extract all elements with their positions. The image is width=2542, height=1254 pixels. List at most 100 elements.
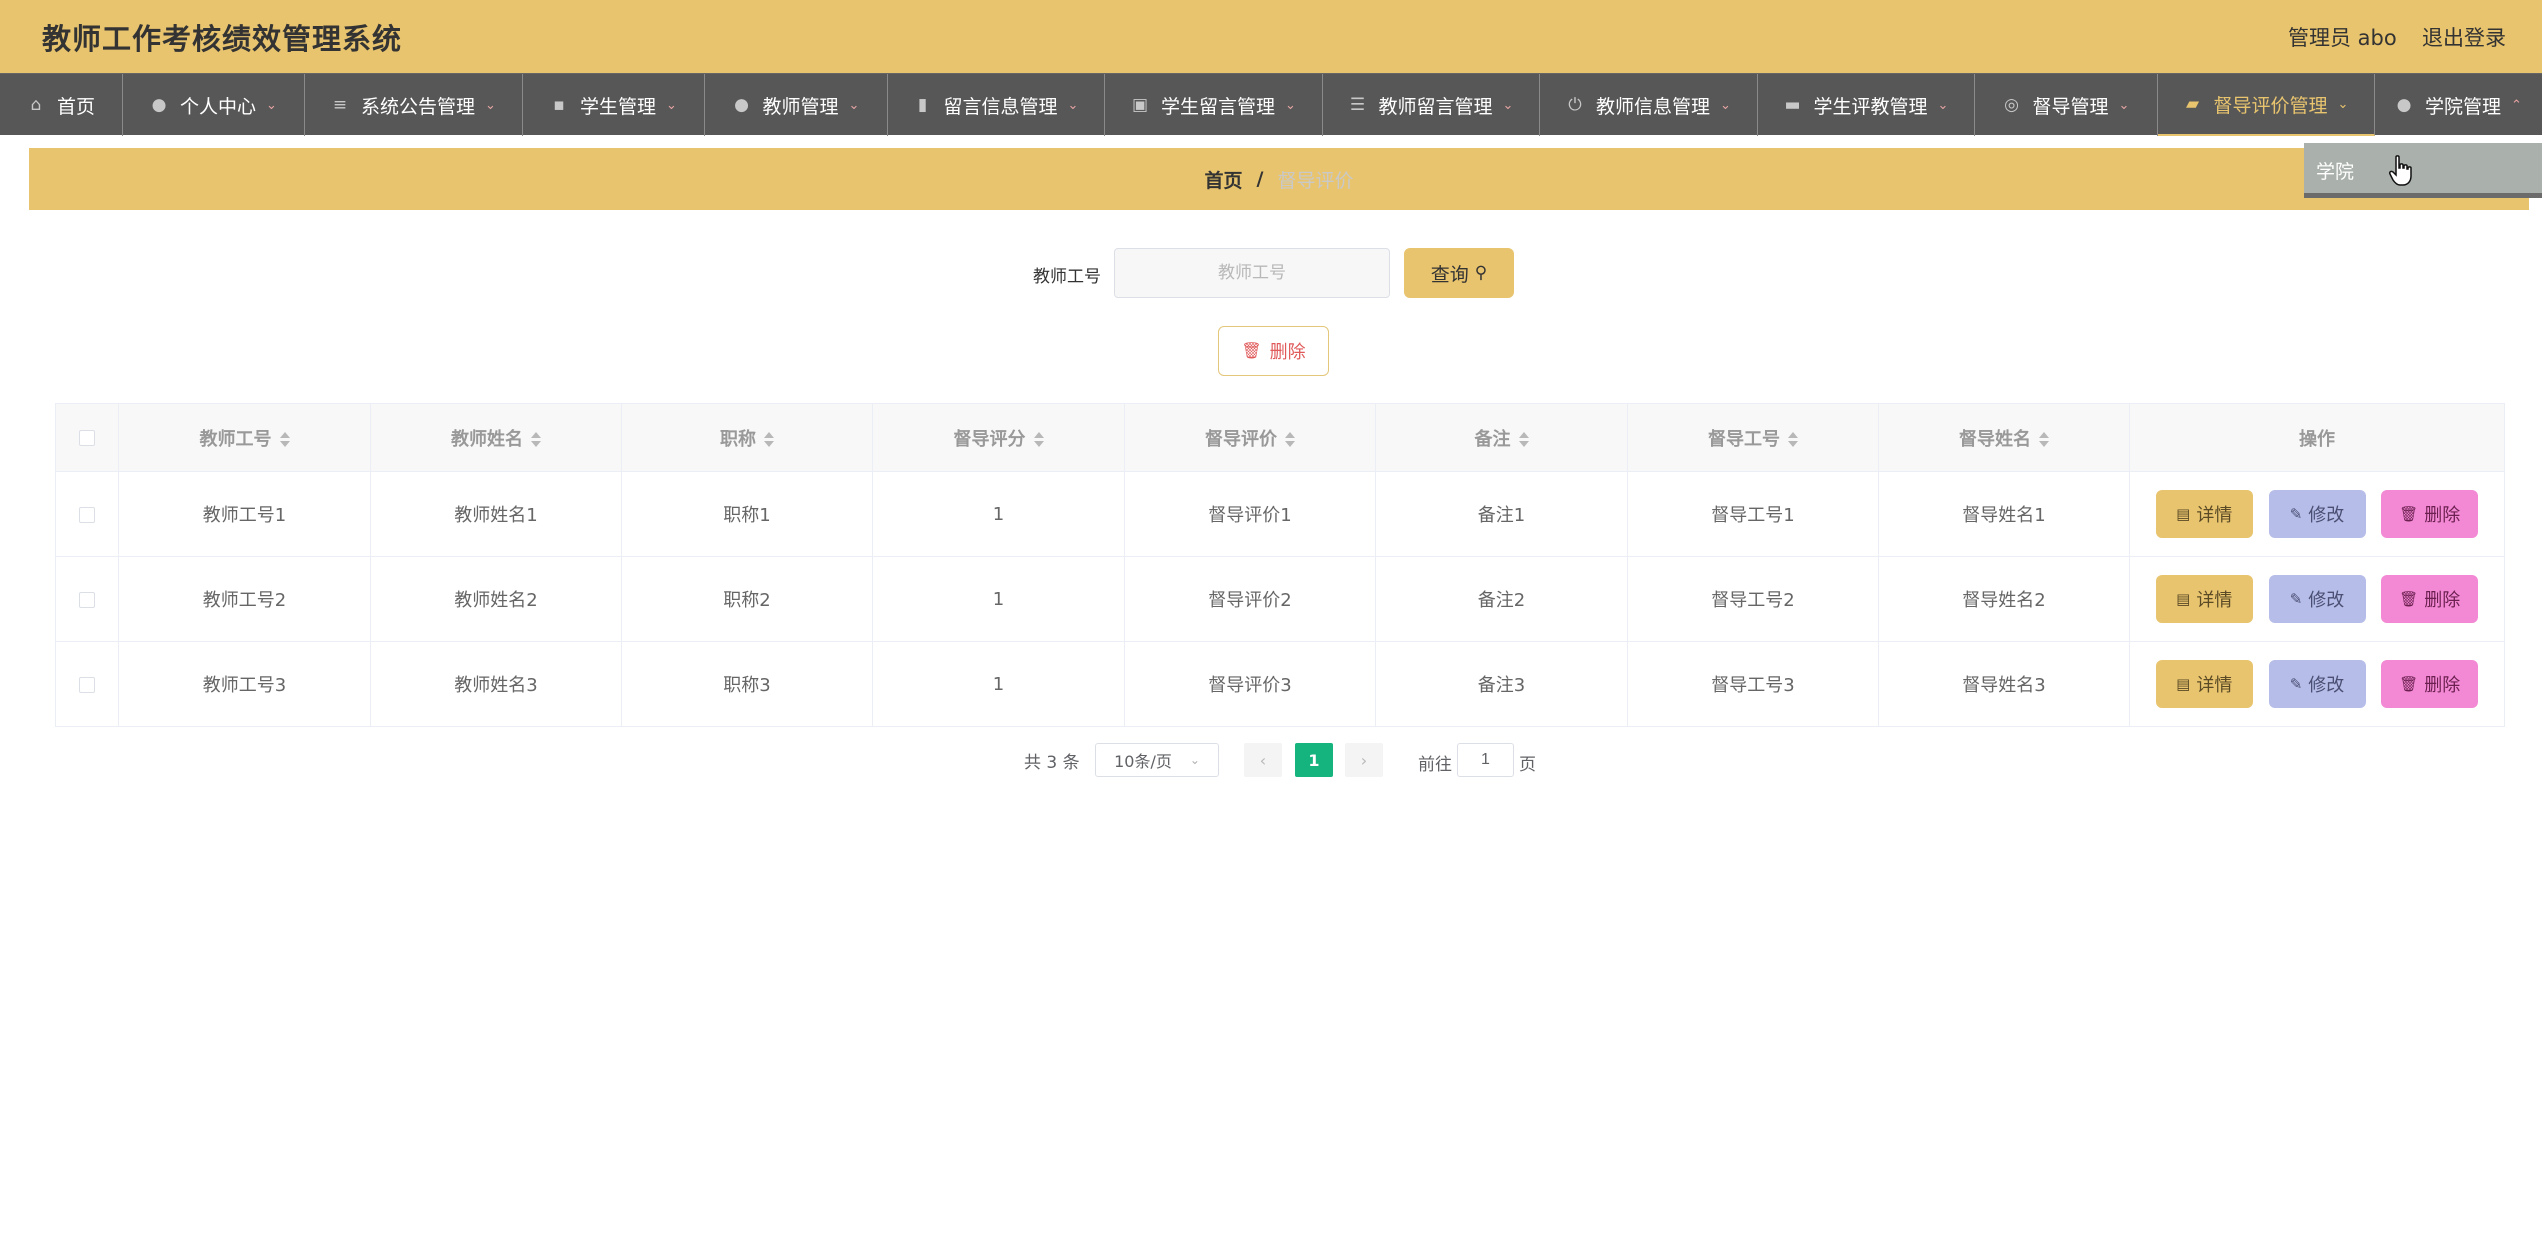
page-number-current[interactable]: 1	[1295, 743, 1333, 777]
nav-item-teacher-messages[interactable]: ☰ 教师留言管理 ⌄	[1323, 74, 1540, 136]
table-row: 教师工号3 教师姓名3 职称3 1 督导评价3 备注3 督导工号3 督导姓名3 …	[55, 641, 2505, 727]
edit-label: 修改	[2308, 590, 2345, 611]
chevron-down-icon: ⌄	[2337, 96, 2349, 112]
nav-item-home[interactable]: ⌂ 首页	[0, 74, 123, 136]
sort-icon[interactable]	[2039, 432, 2049, 447]
breadcrumb-home[interactable]: 首页	[1205, 166, 1243, 193]
nav-item-student-evaluation[interactable]: ▬ 学生评教管理 ⌄	[1758, 74, 1975, 136]
sort-icon[interactable]	[1518, 432, 1529, 447]
home-icon: ⌂	[30, 95, 42, 115]
nav-item-teacher-info[interactable]: ⏻ 教师信息管理 ⌄	[1540, 74, 1758, 136]
edit-button[interactable]: ✎ 修改	[2268, 660, 2366, 708]
power-icon: ⏻	[1568, 95, 1582, 115]
select-all-checkbox[interactable]	[79, 430, 95, 446]
table-cell: 督导姓名3	[1878, 641, 2130, 727]
chevron-down-icon: ⌄	[2118, 97, 2130, 113]
goto-page-input[interactable]	[1457, 743, 1514, 777]
nav-item-teachers[interactable]: ● 教师管理 ⌄	[705, 74, 888, 136]
row-checkbox[interactable]	[79, 506, 95, 523]
nav-item-label: 教师管理	[762, 95, 839, 118]
hand-cursor-icon	[2389, 155, 2412, 186]
batch-delete-label: 删除	[1269, 342, 1306, 362]
chevron-down-icon: ⌄	[1937, 97, 1949, 113]
batch-delete-button[interactable]: 🗑 删除	[1218, 326, 1329, 376]
document-icon: ▤	[2176, 590, 2191, 608]
document-icon: ▤	[2176, 505, 2191, 523]
nav-item-colleges[interactable]: ● 学院管理 ⌃	[2375, 74, 2542, 136]
detail-button[interactable]: ▤ 详情	[2155, 575, 2253, 623]
nav-item-label: 系统公告管理	[361, 95, 476, 118]
query-button-label: 查询	[1430, 264, 1469, 286]
table-cell: 备注3	[1375, 641, 1628, 727]
column-header[interactable]: 督导评价	[1124, 403, 1376, 472]
edit-button[interactable]: ✎ 修改	[2268, 575, 2366, 623]
row-actions: ▤ 详情 ✎ 修改 🗑 删除	[2129, 556, 2505, 642]
teacher-id-search-input[interactable]	[1114, 248, 1390, 298]
trash-icon: 🗑	[2399, 675, 2419, 693]
column-header[interactable]: 教师姓名	[370, 403, 622, 472]
delete-button[interactable]: 🗑 删除	[2381, 490, 2479, 538]
column-header[interactable]: 职称	[621, 403, 873, 472]
clipboard-icon: ▣	[1132, 95, 1149, 115]
table-cell: 督导评价1	[1124, 471, 1376, 557]
table-row: 教师工号2 教师姓名2 职称2 1 督导评价2 备注2 督导工号2 督导姓名2 …	[55, 556, 2505, 642]
delete-button[interactable]: 🗑 删除	[2381, 660, 2479, 708]
edit-button[interactable]: ✎ 修改	[2268, 490, 2366, 538]
detail-button[interactable]: ▤ 详情	[2155, 490, 2253, 538]
trash-icon: 🗑	[2399, 505, 2419, 523]
table-cell: 1	[872, 556, 1125, 642]
column-header-label: 备注	[1474, 428, 1511, 450]
pagination-total: 共 3 条	[1024, 752, 1080, 773]
column-header-label: 职称	[720, 428, 756, 450]
sort-icon[interactable]	[1788, 432, 1798, 447]
admin-label: 管理员 abo	[2288, 26, 2397, 50]
nav-item-messages[interactable]: ▮ 留言信息管理 ⌄	[888, 74, 1105, 136]
sort-icon[interactable]	[1033, 432, 1044, 447]
detail-button[interactable]: ▤ 详情	[2155, 660, 2253, 708]
sort-icon[interactable]	[764, 432, 774, 447]
table-cell: 督导工号2	[1627, 556, 1879, 642]
chevron-down-icon: ⌄	[266, 97, 277, 113]
nav-item-students[interactable]: ▪ 学生管理 ⌄	[523, 74, 705, 136]
table-cell: 教师工号2	[118, 556, 371, 642]
table-cell: 备注2	[1375, 556, 1628, 642]
prev-page-button[interactable]: ‹	[1244, 743, 1282, 777]
nav-item-label: 教师留言管理	[1378, 95, 1493, 118]
column-header[interactable]: 督导评分	[872, 403, 1125, 472]
table-row: 教师工号1 教师姓名1 职称1 1 督导评价1 备注1 督导工号1 督导姓名1 …	[55, 471, 2505, 557]
row-checkbox[interactable]	[79, 591, 95, 608]
goto-label: 前往	[1418, 755, 1452, 775]
nav-item-supervisors[interactable]: ◎ 督导管理 ⌄	[1975, 74, 2158, 136]
sliders-icon: ≡	[332, 95, 348, 115]
table-header-row: 教师工号 教师姓名 职称 督导评分 督导评价 备注 督导工号 督导姓名 操作	[55, 403, 2505, 472]
column-header[interactable]: 督导工号	[1627, 403, 1879, 472]
nav-item-student-messages[interactable]: ▣ 学生留言管理 ⌄	[1105, 74, 1323, 136]
table-cell: 教师姓名2	[370, 556, 622, 642]
column-header-label: 督导评分	[953, 428, 1026, 450]
sort-icon[interactable]	[279, 432, 290, 447]
nav-item-personal-center[interactable]: ● 个人中心 ⌄	[123, 74, 305, 136]
logout-link[interactable]: 退出登录	[2422, 22, 2506, 52]
page-size-select[interactable]: 10条/页 ⌄	[1095, 743, 1219, 777]
nav-item-supervisor-evaluation[interactable]: ▰ 督导评价管理 ⌄	[2158, 74, 2375, 136]
table-cell: 教师姓名1	[370, 471, 622, 557]
column-header[interactable]: 备注	[1375, 403, 1628, 472]
pencil-icon: ✎	[2289, 505, 2303, 523]
query-button[interactable]: 查询 ⚲	[1404, 248, 1514, 298]
top-header: 教师工作考核绩效管理系统 管理员 abo 退出登录	[0, 0, 2542, 73]
row-checkbox[interactable]	[79, 676, 95, 693]
dropdown-item-college[interactable]: 学院	[2316, 157, 2354, 184]
nav-item-label: 学生管理	[580, 95, 657, 118]
delete-button[interactable]: 🗑 删除	[2381, 575, 2479, 623]
column-header[interactable]: 督导姓名	[1878, 403, 2130, 472]
app-title: 教师工作考核绩效管理系统	[42, 22, 403, 56]
sort-icon[interactable]	[531, 432, 541, 447]
table-cell: 职称3	[621, 641, 873, 727]
next-page-button[interactable]: ›	[1345, 743, 1383, 777]
nav-item-announcements[interactable]: ≡ 系统公告管理 ⌄	[305, 74, 523, 136]
sort-icon[interactable]	[1285, 432, 1295, 447]
table-cell: 督导工号3	[1627, 641, 1879, 727]
column-header[interactable]: 教师工号	[118, 403, 371, 472]
table-cell: 职称2	[621, 556, 873, 642]
page-suffix-label: 页	[1519, 755, 1536, 775]
